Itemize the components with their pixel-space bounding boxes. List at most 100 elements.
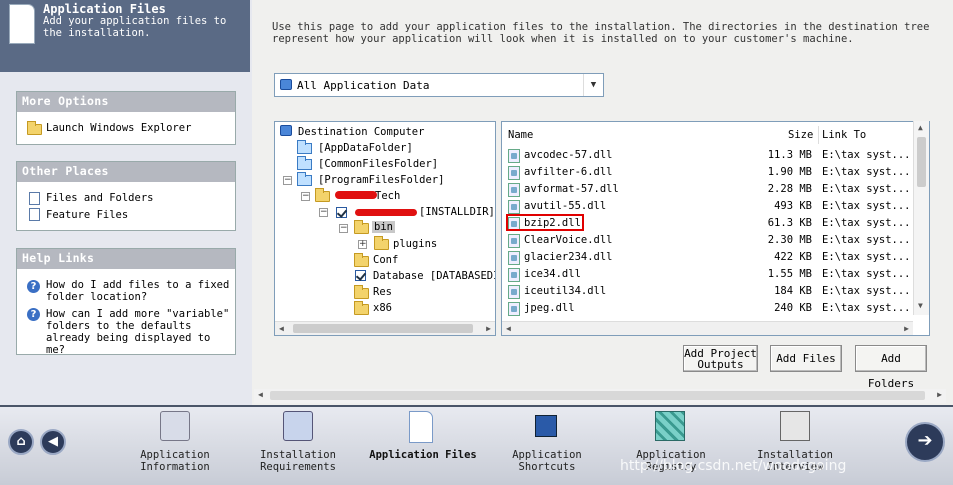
file-size: 2.30 MB: [767, 234, 812, 246]
page-description: Use this page to add your application fi…: [272, 21, 930, 45]
table-row[interactable]: jpeg.dll 240 KB E:\tax syst...: [502, 300, 912, 317]
next-icon[interactable]: ➔: [905, 422, 945, 462]
file-name: iceutil34.dll: [524, 285, 607, 297]
file-name: jpeg.dll: [524, 302, 575, 314]
dll-file-icon: [508, 166, 520, 180]
page-header: Application Files Add your application f…: [0, 0, 250, 72]
table-row[interactable]: bzip2.dll 61.3 KB E:\tax syst...: [502, 214, 912, 232]
add-files-button[interactable]: Add Files: [770, 345, 842, 372]
scroll-left-icon[interactable]: ◀: [279, 322, 284, 335]
scroll-left-icon[interactable]: ◀: [506, 322, 511, 335]
scroll-right-icon[interactable]: ▶: [486, 322, 491, 335]
tree-node[interactable]: x86: [373, 302, 392, 314]
file-size: 11.3 MB: [767, 149, 812, 161]
redaction-mark: [355, 209, 417, 216]
feature-files-link[interactable]: Feature Files: [46, 209, 128, 221]
launch-explorer-link[interactable]: Launch Windows Explorer: [46, 122, 191, 134]
file-link: E:\tax syst...: [822, 285, 911, 297]
tree-node[interactable]: Res: [373, 286, 392, 298]
tree-node[interactable]: [INSTALLDIR]: [419, 206, 495, 218]
files-folders-icon: [29, 192, 40, 205]
file-size: 1.90 MB: [767, 166, 812, 178]
dll-file-icon: [508, 149, 520, 163]
app-files-icon: [409, 411, 433, 443]
back-icon[interactable]: ◀: [40, 429, 66, 455]
more-options-title: More Options: [17, 92, 235, 112]
computer-icon: [280, 125, 292, 136]
other-places-title: Other Places: [17, 162, 235, 182]
list-horizontal-scrollbar[interactable]: ◀ ▶: [502, 321, 913, 335]
dll-file-icon: [508, 251, 520, 265]
scroll-thumb[interactable]: [293, 324, 473, 333]
list-vertical-scrollbar[interactable]: ▲ ▼: [913, 121, 929, 315]
computer-icon: [280, 79, 292, 90]
table-row[interactable]: iceutil34.dll 184 KB E:\tax syst...: [502, 283, 912, 300]
file-size: 493 KB: [774, 200, 812, 212]
folder-icon: [297, 156, 312, 170]
folder-icon: [374, 236, 389, 250]
scroll-left-icon[interactable]: ◀: [258, 390, 263, 399]
file-size: 184 KB: [774, 285, 812, 297]
help-link-variable-folders[interactable]: How can I add more "variable" folders to…: [46, 308, 234, 356]
scroll-right-icon[interactable]: ▶: [904, 322, 909, 335]
files-and-folders-link[interactable]: Files and Folders: [46, 192, 153, 204]
home-icon[interactable]: ⌂: [8, 429, 34, 455]
collapse-icon[interactable]: −: [301, 192, 310, 201]
column-header-link[interactable]: Link To: [822, 129, 866, 141]
add-project-outputs-button[interactable]: Add Project Outputs: [683, 345, 758, 372]
table-row[interactable]: avformat-57.dll 2.28 MB E:\tax syst...: [502, 181, 912, 198]
scroll-up-icon[interactable]: ▲: [918, 123, 923, 132]
table-row[interactable]: ClearVoice.dll 2.30 MB E:\tax syst...: [502, 232, 912, 249]
collapse-icon[interactable]: −: [339, 224, 348, 233]
table-row[interactable]: avutil-55.dll 493 KB E:\tax syst...: [502, 198, 912, 215]
tree-node[interactable]: Tech: [375, 190, 400, 202]
file-link: E:\tax syst...: [822, 166, 911, 178]
table-row[interactable]: ice34.dll 1.55 MB E:\tax syst...: [502, 266, 912, 283]
file-name: avcodec-57.dll: [524, 149, 613, 161]
folder-icon: [354, 253, 369, 267]
app-files-header-icon: [9, 4, 35, 44]
folder-icon: [297, 140, 312, 154]
file-name: avutil-55.dll: [524, 200, 607, 212]
destination-tree[interactable]: Destination Computer [AppDataFolder] [Co…: [274, 121, 496, 336]
tree-node[interactable]: plugins: [393, 238, 437, 250]
file-size: 61.3 KB: [767, 217, 812, 229]
expand-icon[interactable]: +: [358, 240, 367, 249]
main-horizontal-scrollbar[interactable]: ◀ ▶: [254, 389, 946, 403]
scroll-thumb[interactable]: [917, 137, 926, 187]
help-links-panel: Help Links ? How do I add files to a fix…: [16, 248, 236, 356]
table-row[interactable]: glacier234.dll 422 KB E:\tax syst...: [502, 249, 912, 266]
file-list[interactable]: Name Size Link To avcodec-57.dll 11.3 MB E…: [501, 121, 930, 336]
tree-horizontal-scrollbar[interactable]: ◀ ▶: [275, 321, 495, 335]
tree-root[interactable]: Destination Computer: [298, 126, 424, 138]
column-header-size[interactable]: Size: [788, 129, 813, 141]
dll-file-icon: [508, 234, 520, 248]
dll-file-icon: [508, 183, 520, 197]
tree-node[interactable]: Conf: [373, 254, 398, 266]
file-size: 1.55 MB: [767, 268, 812, 280]
tree-node-selected[interactable]: bin: [372, 221, 395, 233]
file-link: E:\tax syst...: [822, 251, 911, 263]
tree-node[interactable]: Database [DATABASEDI: [373, 270, 495, 282]
help-link-fixed-folder[interactable]: How do I add files to a fixed folder loc…: [46, 279, 232, 303]
shortcuts-icon: [535, 415, 557, 437]
folder-icon: [297, 172, 312, 186]
column-header-name[interactable]: Name: [508, 129, 533, 141]
table-row[interactable]: avfilter-6.dll 1.90 MB E:\tax syst...: [502, 164, 912, 181]
tree-node[interactable]: [AppDataFolder]: [318, 142, 413, 154]
table-row[interactable]: avcodec-57.dll 11.3 MB E:\tax syst...: [502, 147, 912, 164]
tree-node[interactable]: [ProgramFilesFolder]: [318, 174, 444, 186]
file-name: ClearVoice.dll: [524, 234, 613, 246]
chevron-down-icon[interactable]: ▼: [583, 74, 603, 96]
scroll-thumb[interactable]: [270, 391, 925, 400]
scroll-right-icon[interactable]: ▶: [937, 390, 942, 399]
file-name: glacier234.dll: [524, 251, 613, 263]
collapse-icon[interactable]: −: [283, 176, 292, 185]
feature-select[interactable]: All Application Data ▼: [274, 73, 604, 97]
tree-node[interactable]: [CommonFilesFolder]: [318, 158, 438, 170]
collapse-icon[interactable]: −: [319, 208, 328, 217]
checked-folder-icon: [355, 270, 366, 281]
scroll-down-icon[interactable]: ▼: [918, 301, 923, 310]
add-folders-button[interactable]: Add Folders: [855, 345, 927, 390]
file-link: E:\tax syst...: [822, 268, 911, 280]
